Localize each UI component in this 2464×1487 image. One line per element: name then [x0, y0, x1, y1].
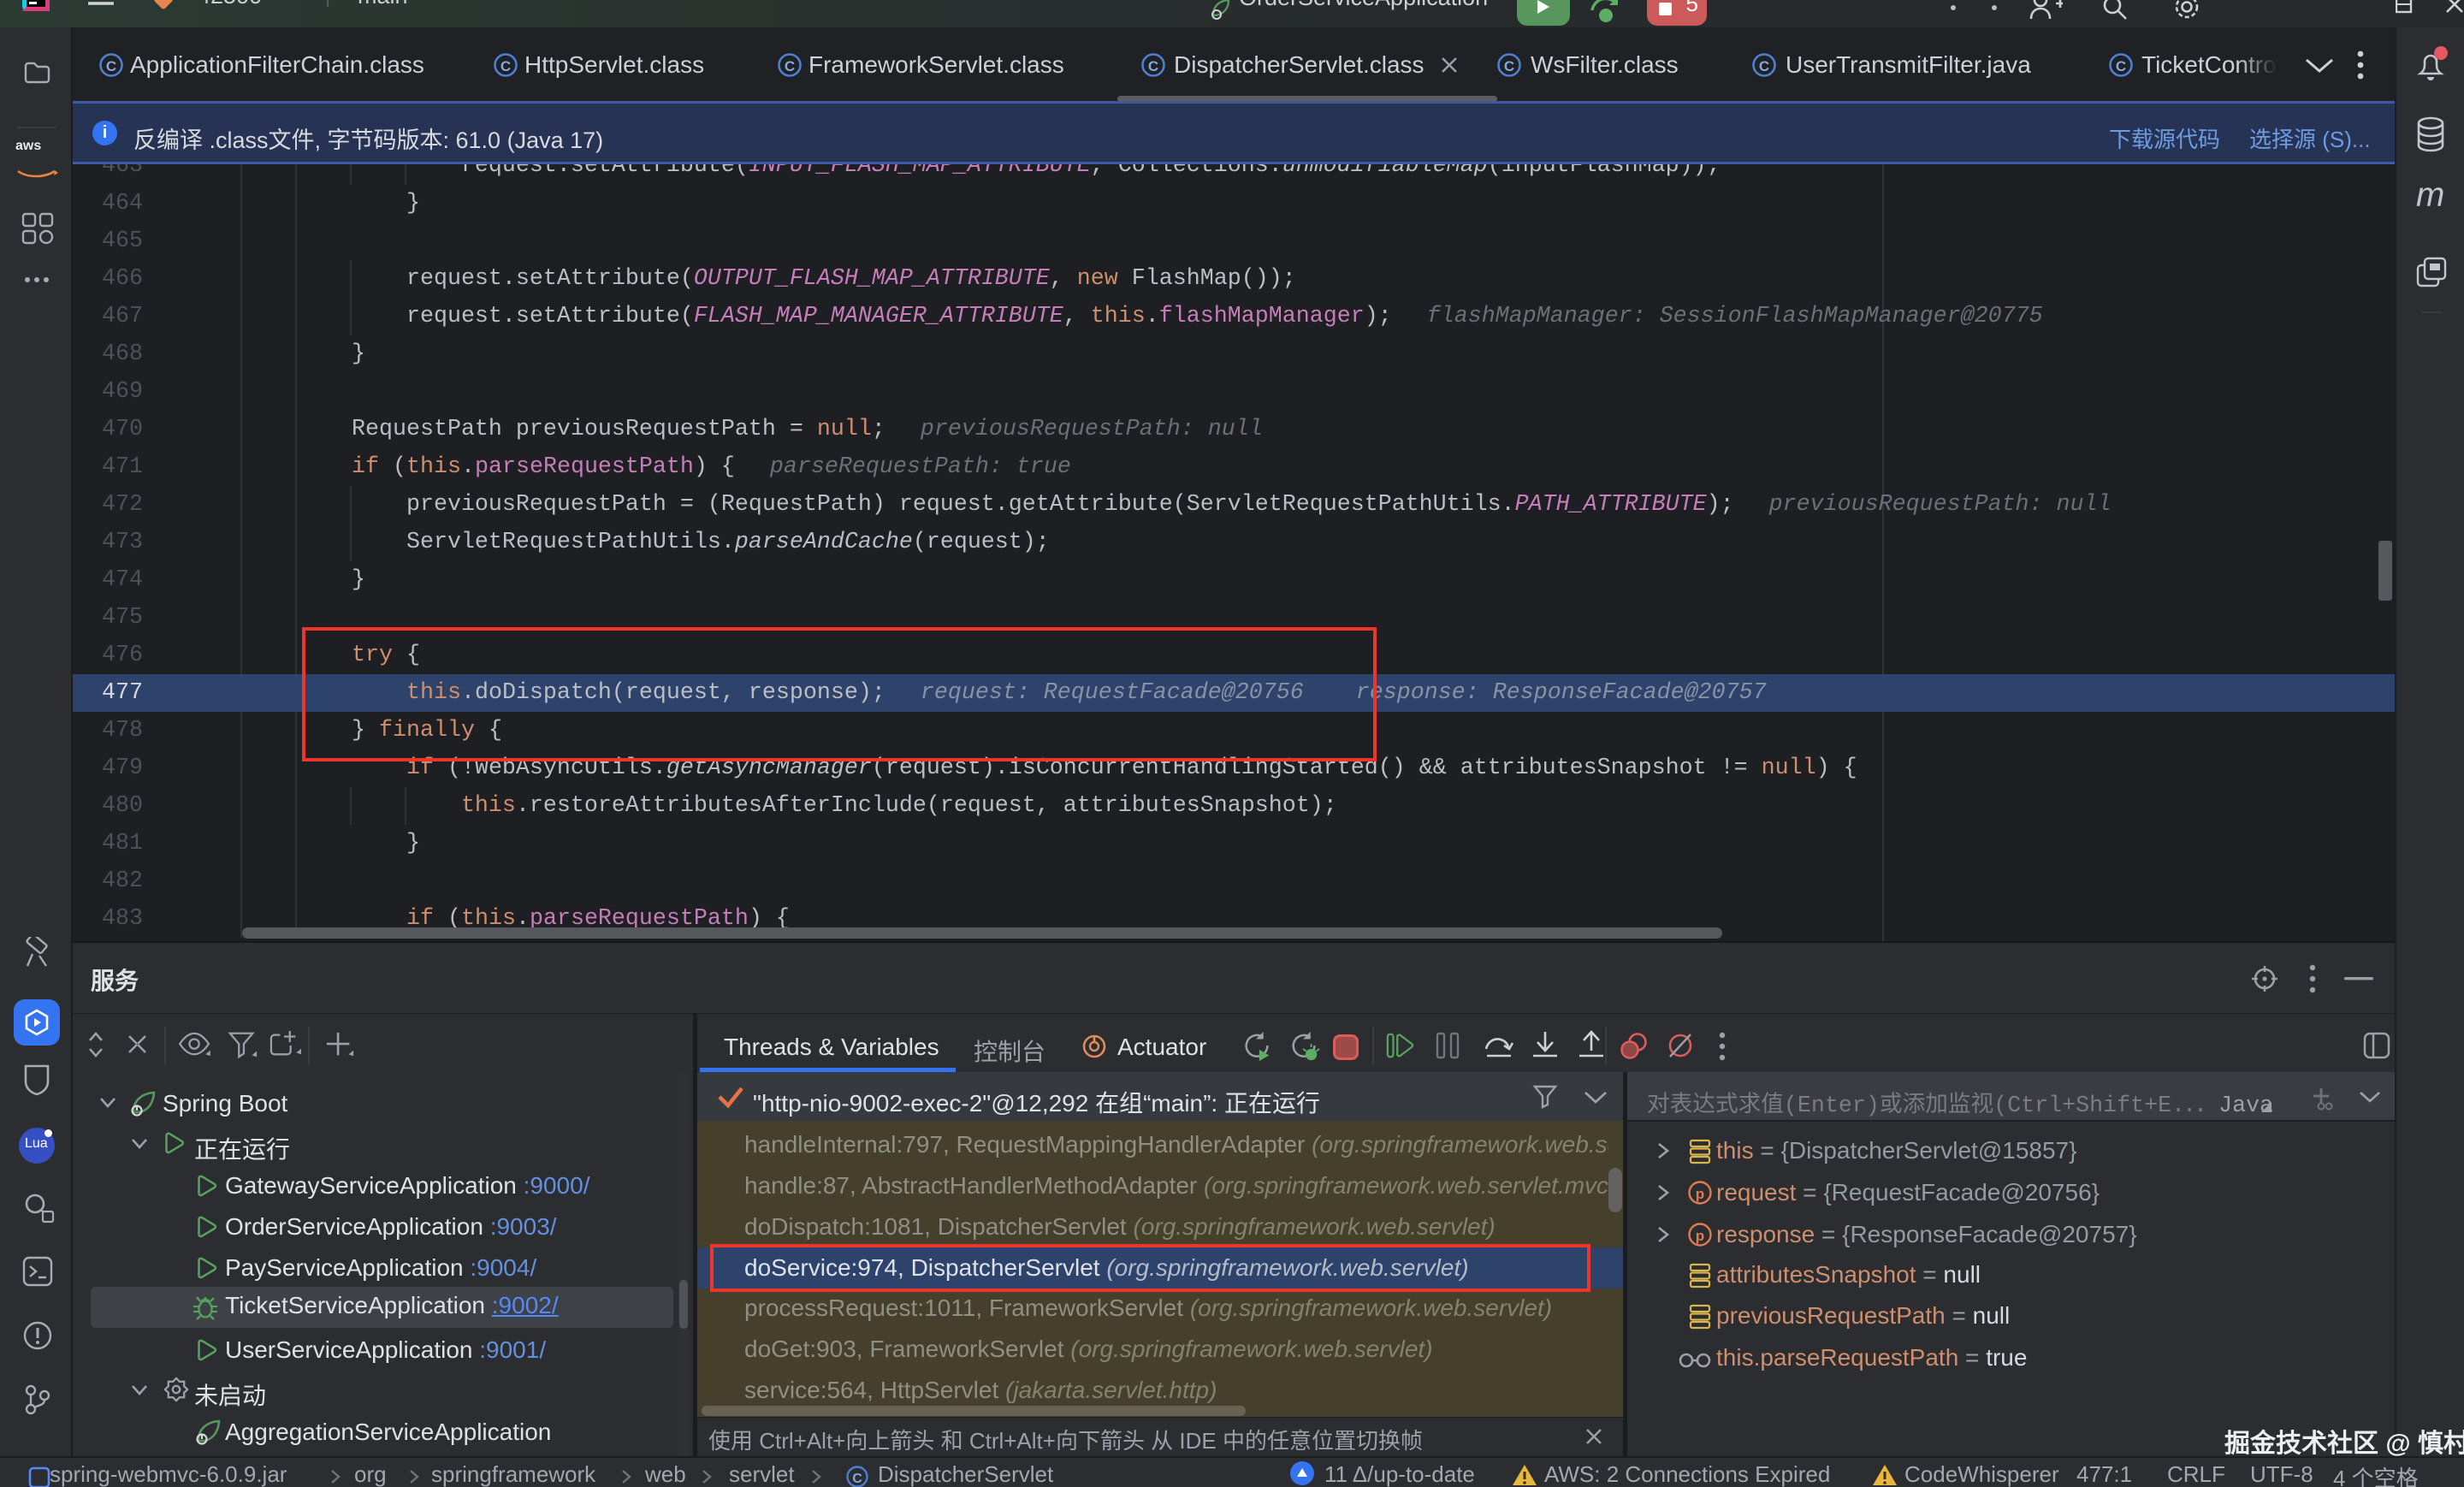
svg-text:C: C [1759, 58, 1769, 74]
svg-text:C: C [852, 1472, 862, 1486]
svg-text:C: C [1148, 58, 1158, 74]
svg-text:p: p [1696, 1186, 1704, 1202]
svg-text:C: C [106, 58, 116, 74]
svg-text:C: C [1504, 58, 1514, 74]
svg-text:C: C [2116, 58, 2126, 74]
svg-text:C: C [500, 58, 511, 74]
svg-text:C: C [785, 58, 795, 74]
svg-text:p: p [1696, 1228, 1704, 1244]
